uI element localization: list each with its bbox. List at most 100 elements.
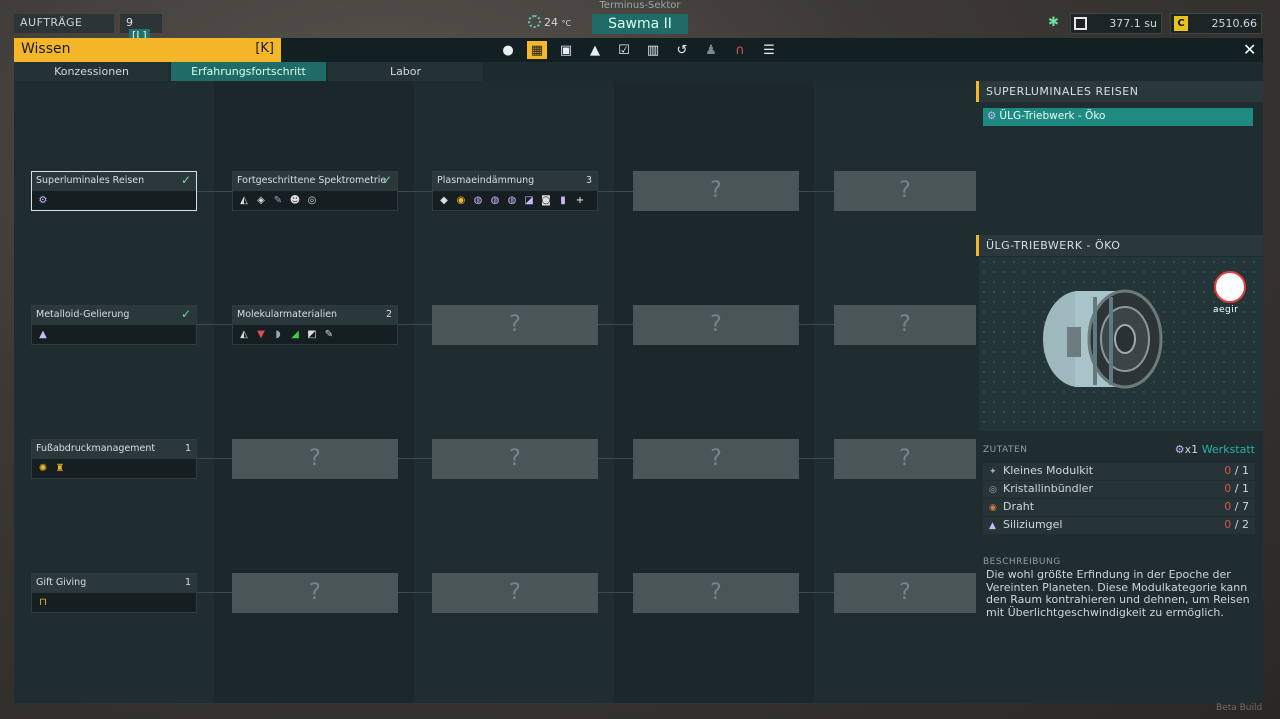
locked-node[interactable]: ? <box>633 171 799 211</box>
temperature-readout: 24 °C <box>528 15 571 29</box>
ingredient-have: 0 <box>1224 482 1232 495</box>
planet-name[interactable]: Sawma II <box>592 14 688 34</box>
node-title: Fußabdruckmanagement <box>36 443 156 454</box>
ingredient-need: / 2 <box>1234 518 1249 531</box>
locked-node[interactable]: ? <box>834 439 976 479</box>
database-icon[interactable]: ☰ <box>759 41 779 59</box>
ingredient-have: 0 <box>1224 464 1232 477</box>
tech-node-superluminales-reisen[interactable]: Superluminales Reisen ✓ ⚙ <box>31 171 197 211</box>
ingredient-row: ◉ Draht 0 / 7 <box>983 499 1255 516</box>
storage-readout: 377.1 su <box>1070 13 1162 34</box>
tab-bar: Konzessionen Erfahrungsfortschritt Labor <box>14 62 484 81</box>
bug-icon[interactable]: ✱ <box>1048 15 1062 30</box>
node-level: 2 <box>385 309 392 320</box>
nav-icon-bar: ● ▦ ▣ ▲ ☑ ▥ ↺ ♟ ∩ ☰ <box>498 41 779 59</box>
skill-tree: Superluminales Reisen ✓ ⚙ Fortgeschritten… <box>14 81 976 703</box>
history-icon[interactable]: ↺ <box>672 41 692 59</box>
node-level: 1 <box>184 577 191 588</box>
node-level: 3 <box>585 175 592 186</box>
ingredients-label: ZUTATEN <box>983 445 1028 455</box>
brand-logo-icon <box>1214 271 1246 303</box>
wire-icon: ◉ <box>989 503 997 513</box>
panel-icon[interactable]: ▣ <box>556 41 576 59</box>
locked-node[interactable]: ? <box>834 305 976 345</box>
locked-node[interactable]: ? <box>232 439 398 479</box>
locked-node[interactable]: ? <box>633 573 799 613</box>
tree-icon[interactable]: ▦ <box>527 41 547 59</box>
check-icon: ✓ <box>180 173 191 187</box>
detail-panel: SUPERLUMINALES REISEN ⚙ ÜLG-Triebwerk - Ö… <box>976 81 1263 703</box>
book-icon[interactable]: ▥ <box>643 41 663 59</box>
module-kit-icon: ✦ <box>989 467 997 477</box>
crystal-bundler-icon: ◎ <box>989 485 997 495</box>
window-header: Wissen [K] ● ▦ ▣ ▲ ☑ ▥ ↺ ♟ ∩ ☰ ✕ <box>14 38 1263 62</box>
locked-node[interactable]: ? <box>432 439 598 479</box>
engine-icon: ⚙ <box>38 195 48 206</box>
credits-icon: C <box>1174 16 1188 31</box>
engine-icon: ⚙ <box>987 110 997 122</box>
tab-erfahrungsfortschritt[interactable]: Erfahrungsfortschritt <box>171 62 326 81</box>
description-label: BESCHREIBUNG <box>983 557 1061 567</box>
storage-icon <box>1074 17 1087 30</box>
window-title-text: Wissen <box>21 41 71 57</box>
build-label: Beta Build <box>1216 703 1263 713</box>
tech-node-plasmaeindaemmung[interactable]: Plasmaeindämmung 3 ◆ ◉ ◍ ◍ ◍ ◪ ◙ ▮ + <box>432 171 598 211</box>
orders-count-value: 9 <box>126 16 133 29</box>
brand-name: aegir <box>1213 305 1239 315</box>
ingredient-have: 0 <box>1224 500 1232 513</box>
selected-item[interactable]: ⚙ ÜLG-Triebwerk - Öko <box>983 108 1253 126</box>
description-text: Die wohl größte Erfindung in der Epoche … <box>986 568 1250 619</box>
orders-count: 9 [L] <box>120 14 162 42</box>
item-preview: aegir <box>979 257 1263 431</box>
checkbox-icon[interactable]: ☑ <box>614 41 634 59</box>
locked-node[interactable]: ? <box>633 439 799 479</box>
node-title: Superluminales Reisen <box>36 175 145 186</box>
workshop-label: Werkstatt <box>1201 443 1255 456</box>
tech-node-fussabdruckmanagement[interactable]: Fußabdruckmanagement 1 ✺ ♜ <box>31 439 197 479</box>
tech-node-fortgeschrittene-spektrometrie[interactable]: Fortgeschrittene Spektrometrie ✓ ◭ ◈ ✎ ☻ ◎ <box>232 171 398 211</box>
ingredient-need: / 1 <box>1234 464 1249 477</box>
magnet-icon[interactable]: ∩ <box>730 41 750 59</box>
close-icon[interactable]: ✕ <box>1243 40 1256 59</box>
person-icon[interactable]: ● <box>498 41 518 59</box>
locked-node[interactable]: ? <box>834 171 976 211</box>
locked-node[interactable]: ? <box>633 305 799 345</box>
node-title: Metalloid-Gelierung <box>36 309 130 320</box>
ingredient-have: 0 <box>1224 518 1232 531</box>
check-icon: ✓ <box>180 307 191 321</box>
ship-icon[interactable]: ▲ <box>585 41 605 59</box>
locked-node[interactable]: ? <box>232 573 398 613</box>
node-title: Gift Giving <box>36 577 87 588</box>
credits-value: 2510.66 <box>1211 17 1258 30</box>
storage-value: 377.1 su <box>1109 17 1157 30</box>
ingredient-name: Kristallinbündler <box>1003 482 1093 495</box>
ingredient-name: Siliziumgel <box>1003 518 1063 531</box>
check-icon: ✓ <box>381 173 392 187</box>
locked-node[interactable]: ? <box>432 305 598 345</box>
temperature-value: 24 <box>544 16 558 29</box>
ingredient-need: / 1 <box>1234 482 1249 495</box>
ingredient-row: ◎ Kristallinbündler 0 / 1 <box>983 481 1255 498</box>
crew-icon[interactable]: ♟ <box>701 41 721 59</box>
ingredient-name: Kleines Modulkit <box>1003 464 1094 477</box>
window-title: Wissen [K] <box>14 38 281 62</box>
orders-label: AUFTRÄGE <box>20 16 83 29</box>
ingredient-row: ✦ Kleines Modulkit 0 / 1 <box>983 463 1255 480</box>
credits-readout: C 2510.66 <box>1170 13 1262 34</box>
node-level: 1 <box>184 443 191 454</box>
window-key: [K] <box>255 41 274 56</box>
tech-node-metalloid-gelierung[interactable]: Metalloid-Gelierung ✓ ▲ <box>31 305 197 345</box>
locked-node[interactable]: ? <box>432 573 598 613</box>
temperature-icon <box>528 15 541 28</box>
locked-node[interactable]: ? <box>834 573 976 613</box>
sector-name: Terminus-Sektor <box>599 0 681 11</box>
silicon-gel-icon: ▲ <box>989 521 996 531</box>
detail-header: ÜLG-TRIEBWERK - ÖKO <box>976 235 1263 256</box>
workshop-info: ⚙x1 Werkstatt <box>1175 443 1255 456</box>
tab-konzessionen[interactable]: Konzessionen <box>14 62 169 81</box>
orders-button[interactable]: AUFTRÄGE <box>14 14 114 33</box>
tech-node-gift-giving[interactable]: Gift Giving 1 ⊓ <box>31 573 197 613</box>
tab-labor[interactable]: Labor <box>328 62 483 81</box>
tech-node-molekularmaterialien[interactable]: Molekularmaterialien 2 ◭ ▼ ◗ ◢ ◩ ✎ <box>232 305 398 345</box>
workshop-multiplier: x1 <box>1184 443 1199 456</box>
